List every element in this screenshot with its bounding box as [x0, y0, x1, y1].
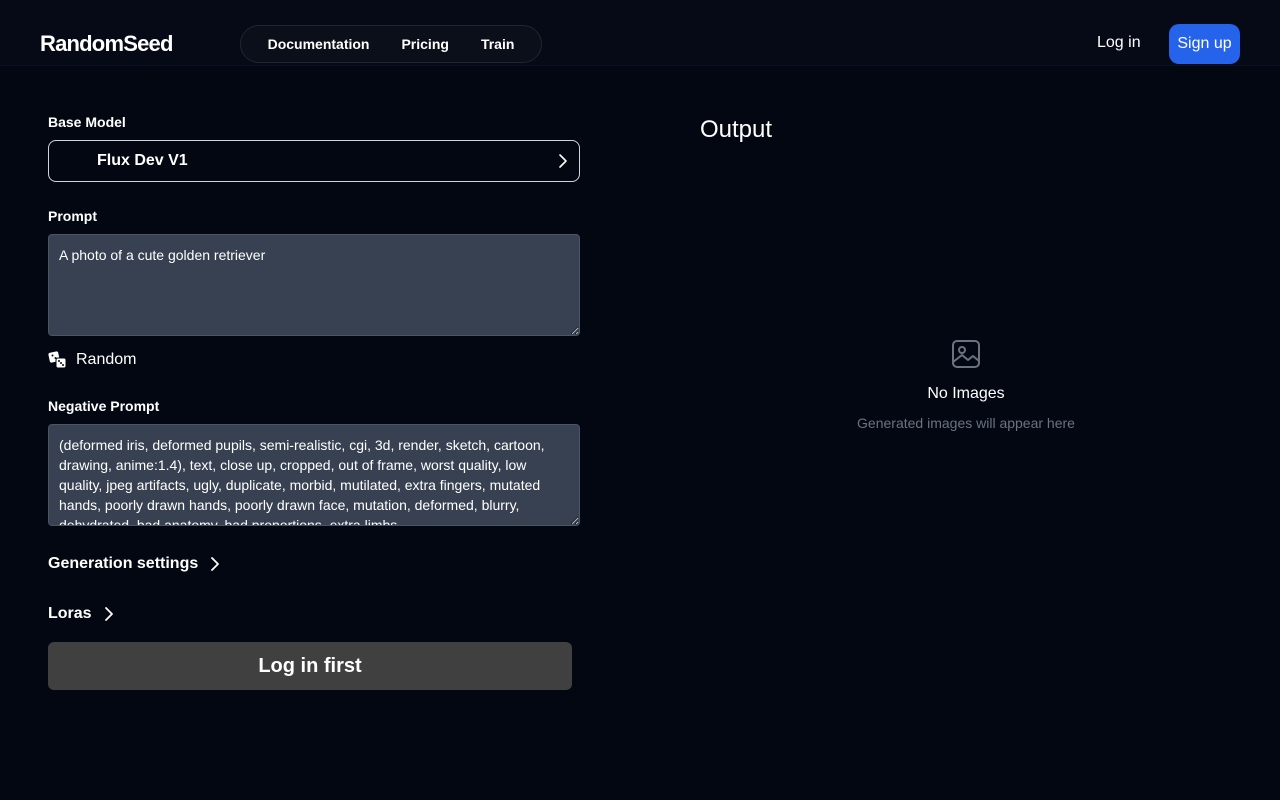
generation-settings-toggle[interactable]: Generation settings	[48, 555, 222, 573]
brand-logo[interactable]: RandomSeed	[40, 31, 173, 57]
base-model-select[interactable]: Flux Dev V1	[48, 140, 580, 182]
main-nav: Documentation Pricing Train	[240, 25, 542, 63]
generation-settings-label: Generation settings	[48, 555, 199, 572]
output-title: Output	[700, 116, 773, 143]
top-header: RandomSeed Documentation Pricing Train L…	[0, 0, 1280, 66]
login-link[interactable]: Log in	[1097, 34, 1141, 52]
base-model-value: Flux Dev V1	[97, 152, 188, 169]
dice-icon	[48, 351, 68, 369]
random-label: Random	[76, 351, 137, 368]
empty-output-state: No Images Generated images will appear h…	[766, 338, 1166, 431]
chevron-right-icon	[102, 606, 116, 622]
random-prompt-button[interactable]: Random	[48, 348, 136, 372]
loras-toggle[interactable]: Loras	[48, 605, 116, 623]
login-first-button[interactable]: Log in first	[48, 642, 572, 690]
no-images-title: No Images	[927, 385, 1005, 402]
image-icon	[766, 338, 1166, 375]
negative-prompt-label: Negative Prompt	[48, 398, 160, 414]
no-images-subtitle: Generated images will appear here	[857, 415, 1075, 431]
prompt-label: Prompt	[48, 208, 97, 224]
chevron-right-icon	[555, 153, 571, 174]
nav-documentation[interactable]: Documentation	[252, 25, 386, 63]
nav-train[interactable]: Train	[465, 25, 530, 63]
chevron-right-icon	[208, 556, 222, 572]
prompt-input[interactable]: A photo of a cute golden retriever	[48, 234, 580, 336]
loras-label: Loras	[48, 605, 92, 622]
negative-prompt-input[interactable]: (deformed iris, deformed pupils, semi-re…	[48, 424, 580, 526]
base-model-label: Base Model	[48, 114, 126, 130]
nav-pricing[interactable]: Pricing	[385, 25, 464, 63]
signup-button[interactable]: Sign up	[1169, 24, 1240, 64]
